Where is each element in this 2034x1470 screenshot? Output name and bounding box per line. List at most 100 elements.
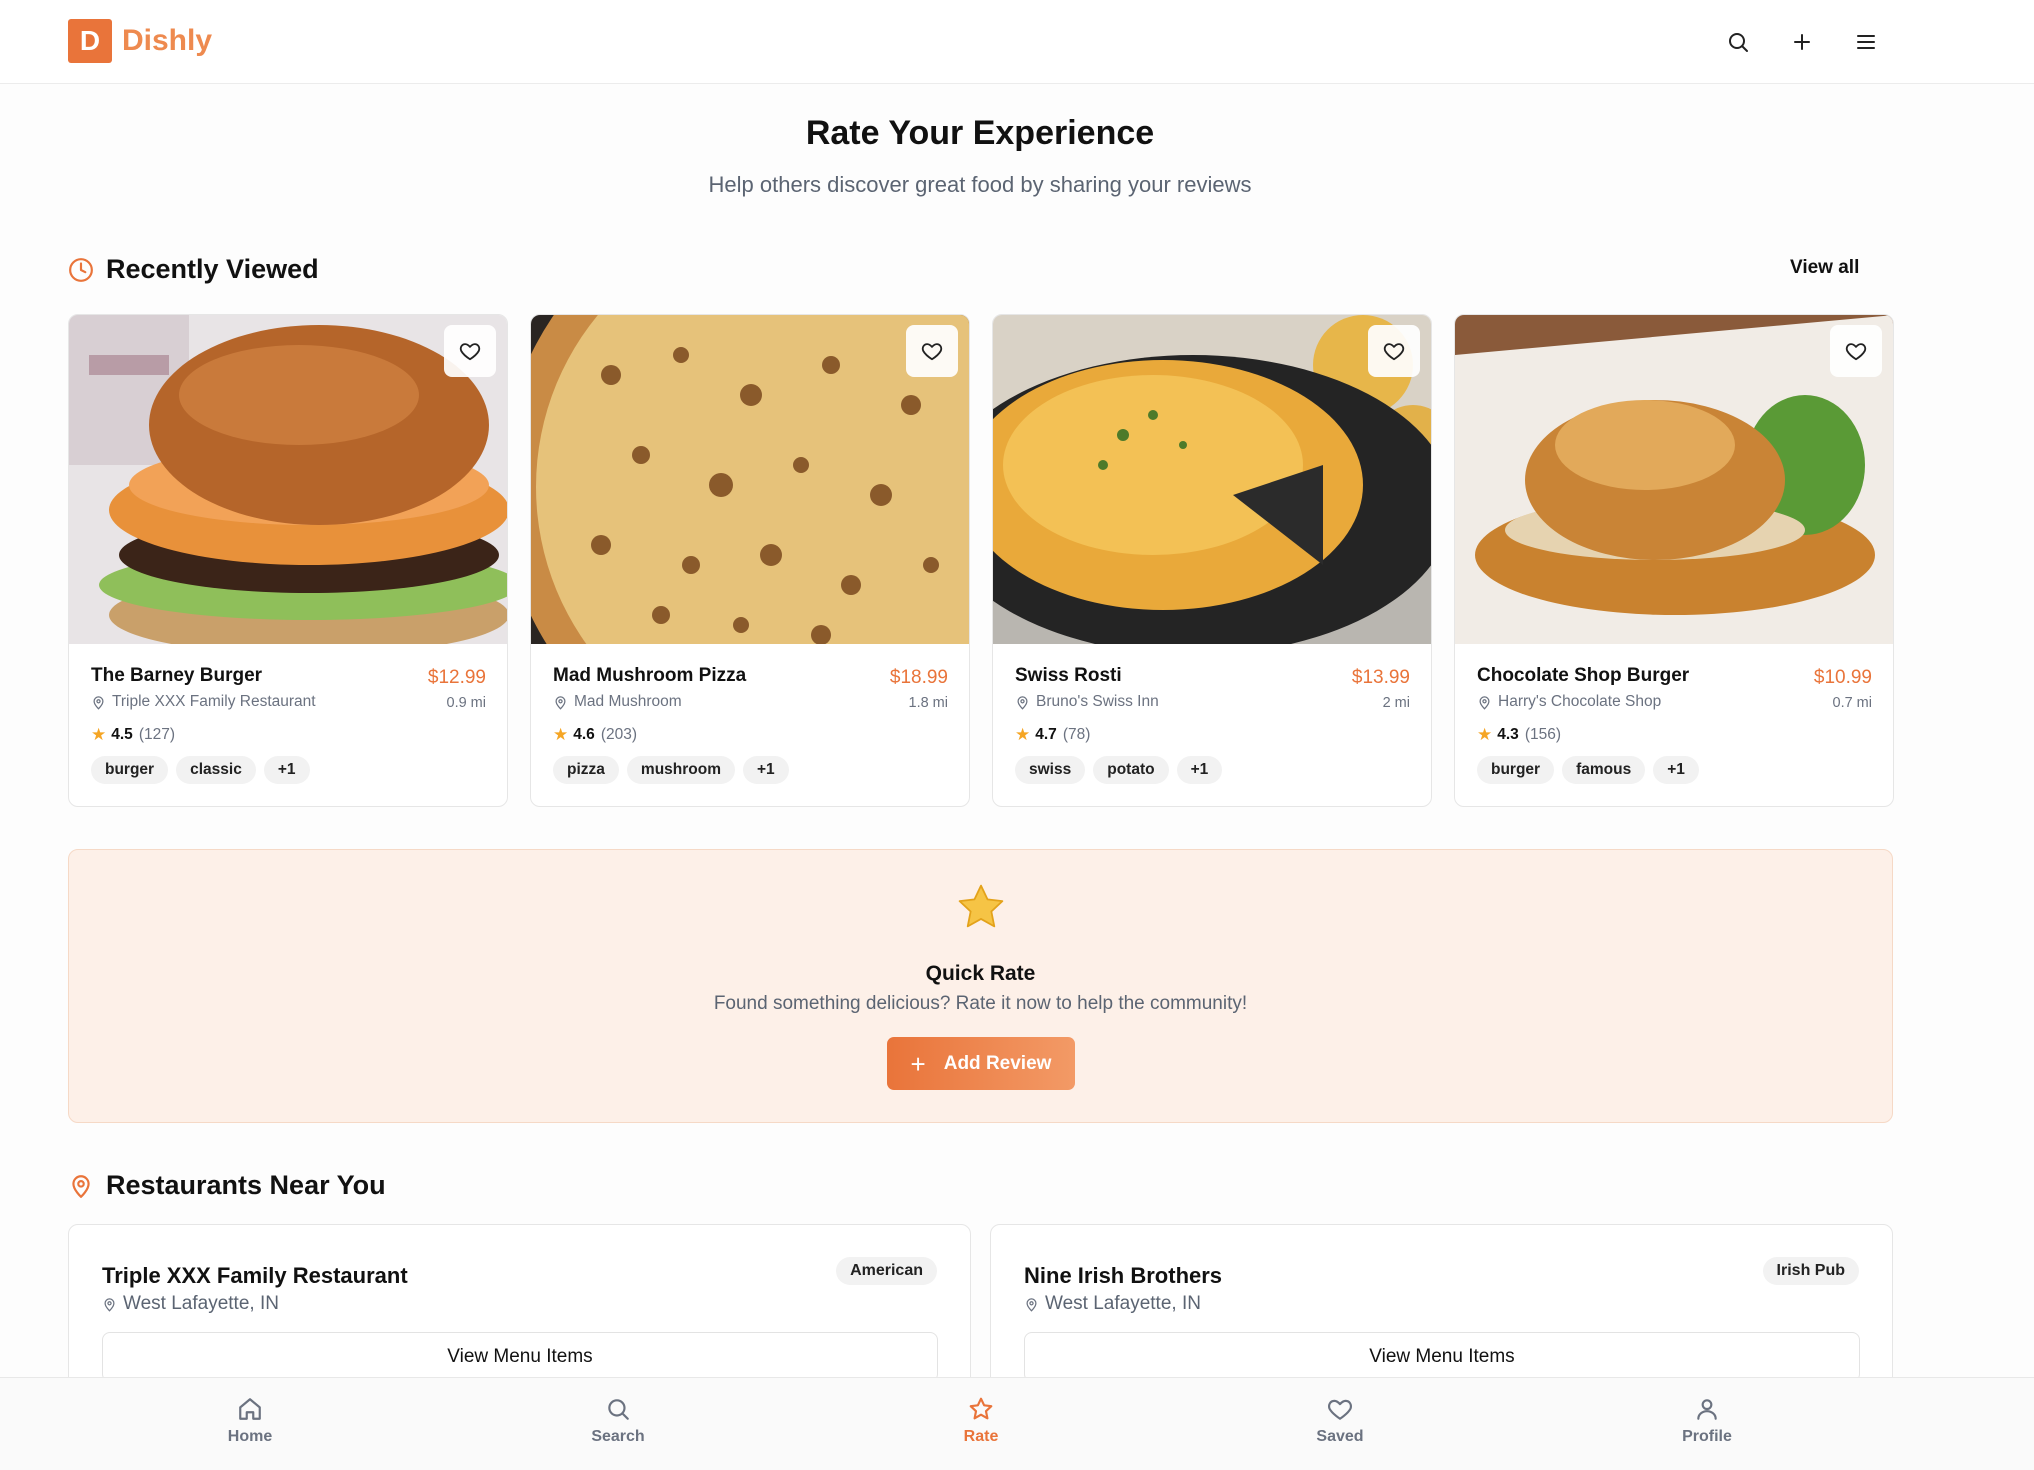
- cuisine-badge: Irish Pub: [1762, 1257, 1859, 1285]
- page-subtitle: Help others discover great food by shari…: [708, 172, 1252, 197]
- add-review-label: Add Review: [943, 1052, 1052, 1074]
- distance: 0.7 mi: [1832, 695, 1873, 711]
- tag-more: +1: [743, 756, 789, 784]
- rating: ★ 4.7 (78): [1015, 725, 1090, 745]
- tag: mushroom: [626, 756, 735, 784]
- nav-search[interactable]: Search: [558, 1396, 678, 1446]
- heart-icon: [459, 343, 481, 361]
- restaurant-label: Triple XXX Family Restaurant: [112, 693, 316, 710]
- food-price: $13.99: [1351, 667, 1410, 688]
- heart-icon: [1845, 343, 1867, 361]
- review-count: (156): [1524, 726, 1561, 743]
- user-icon: [1697, 1399, 1717, 1420]
- nav-label: Profile: [1682, 1428, 1732, 1445]
- location-label: West Lafayette, IN: [1045, 1293, 1201, 1314]
- nav-label: Home: [227, 1428, 273, 1445]
- nav-label: Rate: [963, 1428, 999, 1445]
- tag: burger: [91, 756, 169, 784]
- tag: swiss: [1015, 756, 1086, 784]
- restaurant-name: Harry's Chocolate Shop: [1477, 693, 1661, 711]
- favorite-button[interactable]: [444, 325, 496, 377]
- distance: 0.9 mi: [446, 695, 487, 711]
- view-menu-button[interactable]: View Menu Items: [102, 1332, 938, 1382]
- recently-viewed-heading: Recently Viewed: [68, 254, 319, 285]
- food-card[interactable]: Chocolate Shop Burger $10.99 Harry's Cho…: [1454, 314, 1894, 807]
- tag-more: +1: [263, 756, 310, 784]
- food-name: The Barney Burger: [91, 665, 263, 686]
- tag: famous: [1562, 756, 1646, 784]
- location-pin-icon: [555, 695, 566, 710]
- favorite-button[interactable]: [1368, 325, 1420, 377]
- distance: 2 mi: [1382, 695, 1410, 711]
- location-pin-icon: [1017, 695, 1028, 710]
- location-pin-icon: [104, 1297, 115, 1312]
- view-menu-button[interactable]: View Menu Items: [1024, 1332, 1860, 1382]
- review-count: (78): [1062, 726, 1091, 743]
- section-title: Recently Viewed: [106, 254, 319, 284]
- cuisine-badge: American: [836, 1257, 937, 1285]
- star-icon: ★: [1477, 725, 1493, 744]
- bottom-nav: Home Search Rate Saved Profile: [0, 1377, 2034, 1470]
- brand-name: Dishly: [122, 24, 213, 57]
- clock-icon: [69, 257, 93, 282]
- tag-more: +1: [1653, 756, 1699, 784]
- favorite-button[interactable]: [906, 325, 958, 377]
- nearby-heading: Restaurants Near You: [68, 1170, 386, 1201]
- food-card[interactable]: The Barney Burger $12.99 Triple XXX Fami…: [68, 314, 508, 807]
- search-icon: [608, 1399, 629, 1420]
- food-card[interactable]: Mad Mushroom Pizza $18.99 Mad Mushroom 1…: [530, 314, 970, 807]
- review-count: (203): [600, 726, 637, 743]
- food-image: [531, 315, 969, 644]
- rating: ★ 4.3 (156): [1477, 725, 1561, 745]
- restaurant-location: West Lafayette, IN: [102, 1293, 279, 1315]
- section-title: Restaurants Near You: [106, 1170, 386, 1200]
- food-card[interactable]: Swiss Rosti $13.99 Bruno's Swiss Inn 2 m…: [992, 314, 1432, 807]
- plus-icon: +: [910, 1048, 926, 1079]
- nav-home[interactable]: Home: [190, 1396, 310, 1446]
- restaurant-label: Harry's Chocolate Shop: [1498, 693, 1662, 710]
- rating-value: 4.6: [573, 726, 595, 743]
- food-name: Chocolate Shop Burger: [1477, 665, 1690, 686]
- menu-icon: [1857, 35, 1875, 49]
- restaurant-name: Mad Mushroom: [553, 693, 682, 711]
- location-pin-icon: [1026, 1297, 1037, 1312]
- tag-list: burger famous +1: [1477, 756, 1699, 784]
- rating: ★ 4.6 (203): [553, 725, 637, 745]
- app-header: D Dishly: [0, 0, 2034, 84]
- star-icon: ★: [553, 725, 569, 744]
- nav-rate[interactable]: Rate: [921, 1396, 1041, 1446]
- star-icon: ★: [1015, 725, 1031, 744]
- location-pin-icon: [93, 695, 104, 710]
- food-image: [69, 315, 507, 644]
- rating-value: 4.7: [1035, 726, 1057, 743]
- nav-profile[interactable]: Profile: [1647, 1396, 1767, 1446]
- food-name: Swiss Rosti: [1015, 665, 1122, 686]
- food-image: [1455, 315, 1893, 644]
- food-name: Mad Mushroom Pizza: [553, 665, 747, 686]
- restaurant-name: Triple XXX Family Restaurant: [91, 693, 316, 711]
- rating-value: 4.3: [1497, 726, 1519, 743]
- view-all-link[interactable]: View all: [1790, 257, 1859, 279]
- search-button[interactable]: [1718, 22, 1758, 62]
- restaurant-name: Bruno's Swiss Inn: [1015, 693, 1159, 711]
- nav-saved[interactable]: Saved: [1280, 1396, 1400, 1446]
- rating: ★ 4.5 (127): [91, 725, 175, 745]
- heart-icon: [1328, 1399, 1352, 1420]
- review-count: (127): [138, 726, 175, 743]
- quick-rate-title: Quick Rate: [925, 962, 1036, 985]
- logo[interactable]: D Dishly: [68, 19, 212, 63]
- favorite-button[interactable]: [1830, 325, 1882, 377]
- add-review-button[interactable]: + Add Review: [887, 1037, 1075, 1090]
- star-icon: [69, 880, 1892, 939]
- logo-mark: D: [68, 19, 112, 63]
- menu-button[interactable]: [1846, 22, 1886, 62]
- quick-rate-subtitle: Found something delicious? Rate it now t…: [713, 993, 1248, 1014]
- home-icon: [239, 1398, 261, 1420]
- location-pin-icon: [1479, 695, 1490, 710]
- heart-icon: [921, 343, 943, 361]
- food-price: $18.99: [889, 667, 948, 688]
- add-button[interactable]: [1782, 22, 1822, 62]
- location-label: West Lafayette, IN: [123, 1293, 279, 1314]
- star-icon: ★: [91, 725, 107, 744]
- restaurant-title: Triple XXX Family Restaurant: [102, 1263, 408, 1288]
